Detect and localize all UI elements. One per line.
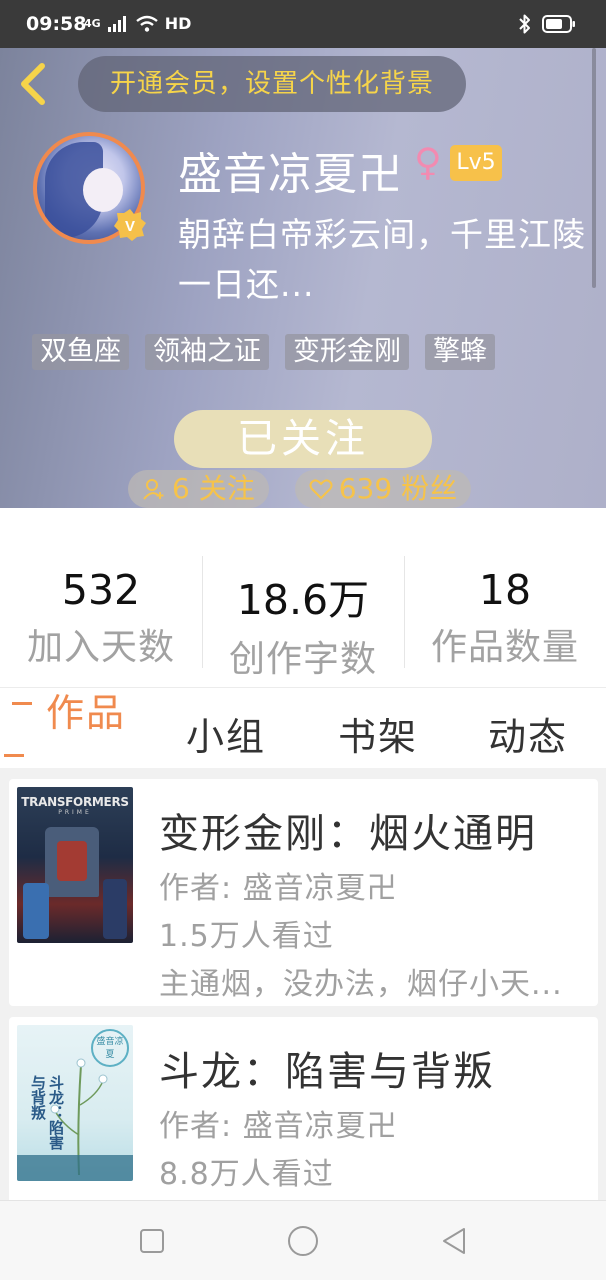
fans-count: 639 粉丝 <box>338 472 458 505</box>
battery-icon <box>542 15 575 33</box>
back-nav-button[interactable] <box>436 1223 472 1259</box>
cover-title: TRANSFORMERS <box>21 795 129 809</box>
followed-button[interactable]: 已关注 <box>174 410 432 468</box>
level-badge: Lv5 <box>450 145 502 181</box>
stat-value: 18.6万 <box>236 576 370 624</box>
stat-label: 创作字数 <box>228 639 377 680</box>
tag-item: 擎蜂 <box>425 334 495 370</box>
tag-item: 领袖之证 <box>145 334 269 370</box>
work-title: 变形金刚：烟火通明 <box>159 811 537 857</box>
tag-item: 双鱼座 <box>32 334 129 370</box>
tab-works[interactable]: 作品 <box>46 682 126 737</box>
verified-badge-icon: V <box>114 209 146 241</box>
tab-activity[interactable]: 动态 <box>488 706 568 761</box>
home-button[interactable] <box>285 1223 321 1259</box>
signal-icon <box>107 15 126 32</box>
work-title: 斗龙：陷害与背叛 <box>159 1049 495 1095</box>
back-button[interactable] <box>10 60 58 108</box>
work-author: 作者: 盛音凉夏卍 <box>159 1109 398 1144</box>
stat-word-count: 18.6万 创作字数 <box>202 508 404 687</box>
work-views: 8.8万人看过 <box>159 1157 334 1192</box>
nickname: 盛音凉夏卍 <box>178 149 403 200</box>
tag-item: 变形金刚 <box>285 334 409 370</box>
app-root: 09:58 4G HD 开通会员，设置个性化背景 V 盛音凉夏卍 ♀ Lv5 朝… <box>0 0 606 1280</box>
stat-join-days: 532 加入天数 <box>0 508 202 687</box>
work-views: 1.5万人看过 <box>159 919 334 954</box>
vip-background-banner[interactable]: 开通会员，设置个性化背景 <box>78 56 466 112</box>
stat-value: 532 <box>61 566 141 614</box>
recent-apps-button[interactable] <box>134 1223 170 1259</box>
fans-count-button[interactable]: 639 粉丝 <box>294 470 472 508</box>
cover-subtitle: PRIME <box>58 809 92 816</box>
stat-value: 18 <box>478 566 532 614</box>
network-indicator: 4G HD <box>84 14 191 33</box>
bluetooth-icon <box>519 14 530 34</box>
wifi-icon <box>135 15 158 32</box>
network-type: 4G <box>84 17 101 30</box>
stat-works-count: 18 作品数量 <box>404 508 606 687</box>
profile-tabs: 作品 小组 书架 动态 <box>0 688 606 768</box>
work-card[interactable]: TRANSFORMERS PRIME 变形金刚：烟火通明 作者: 盛音凉夏卍 1… <box>9 779 598 1006</box>
heart-icon <box>309 479 333 499</box>
tab-bookshelf[interactable]: 书架 <box>338 706 418 761</box>
user-add-icon <box>143 479 164 500</box>
work-author: 作者: 盛音凉夏卍 <box>159 871 398 906</box>
status-right <box>518 13 576 35</box>
chevron-left-icon <box>21 63 45 105</box>
work-cover: 盛音凉夏 斗龙：陷害与背叛 <box>17 1025 133 1181</box>
female-gender-icon: ♀ <box>414 140 442 184</box>
stat-label: 作品数量 <box>430 627 579 668</box>
work-cover: TRANSFORMERS PRIME <box>17 787 133 943</box>
work-card[interactable]: 盛音凉夏 斗龙：陷害与背叛 斗龙：陷害与背叛 作者: 盛音凉夏卍 8.8万人看过 <box>9 1017 598 1200</box>
profile-bio: 朝辞白帝彩云间，千里江陵一日还... <box>178 215 586 304</box>
following-count: 6 关注 <box>172 472 255 505</box>
follow-counts: 6 关注 639 粉丝 <box>128 470 472 508</box>
work-summary: 主通烟，没办法，烟仔小天... <box>159 967 563 1002</box>
status-bar: 09:58 4G HD <box>0 0 606 48</box>
hd-label: HD <box>164 14 192 33</box>
cover-calligraphy: 斗龙：陷害与背叛 <box>29 1075 65 1150</box>
tag-list: 双鱼座 领袖之证 变形金刚 擎蜂 <box>32 334 495 370</box>
stat-label: 加入天数 <box>26 627 175 668</box>
active-tab-indicator <box>12 702 32 705</box>
system-nav-bar <box>0 1200 606 1280</box>
following-count-button[interactable]: 6 关注 <box>128 470 269 508</box>
status-time: 09:58 <box>26 13 87 35</box>
stats-row: 532 加入天数 18.6万 创作字数 18 作品数量 <box>0 508 606 688</box>
active-tab-underline <box>4 754 24 757</box>
tab-groups[interactable]: 小组 <box>186 706 266 761</box>
svg-text:V: V <box>125 218 135 235</box>
profile-header: 开通会员，设置个性化背景 V 盛音凉夏卍 ♀ Lv5 朝辞白帝彩云间，千里江陵一… <box>0 48 606 508</box>
works-list: TRANSFORMERS PRIME 变形金刚：烟火通明 作者: 盛音凉夏卍 1… <box>0 768 606 1200</box>
